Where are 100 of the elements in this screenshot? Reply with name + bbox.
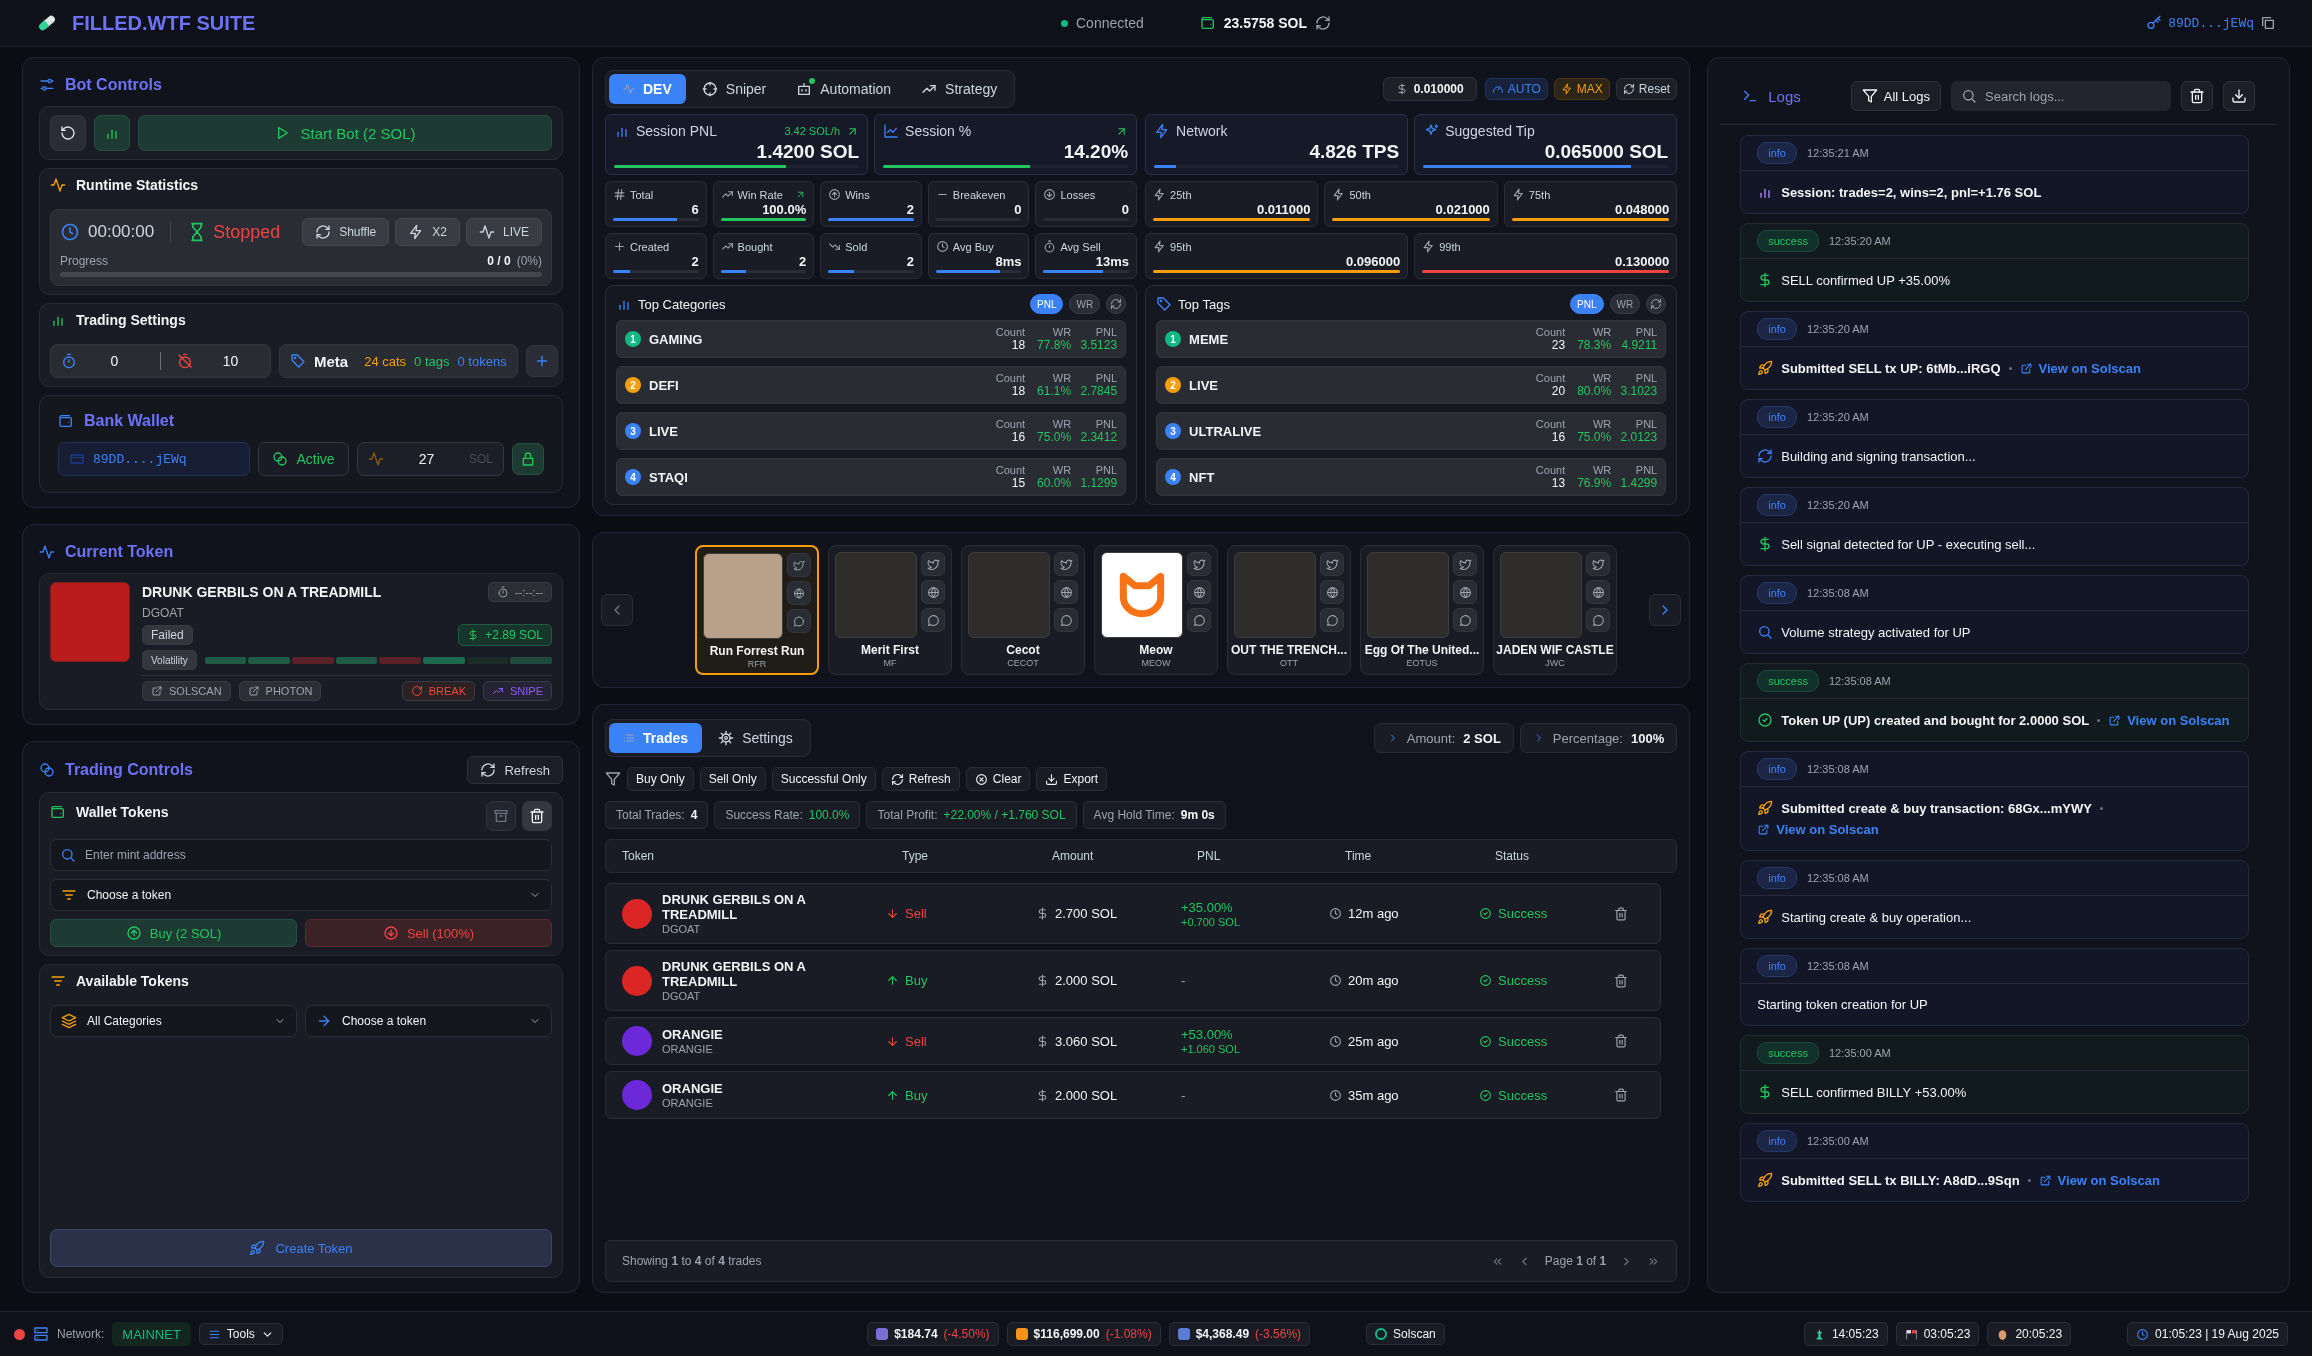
chat-button[interactable] (921, 608, 945, 632)
token-select[interactable]: Choose a token (50, 879, 552, 911)
ranking-row[interactable]: 1 MEME Count 23 WR 78.3% PNL 4.9211 (1156, 320, 1667, 358)
solscan-link[interactable]: View on Solscan (2019, 360, 2141, 376)
log-message: Submitted SELL tx UP: 6tMb...iRGQ (1781, 360, 2001, 376)
wallet-address-field[interactable]: 89DD....jEWq (58, 442, 250, 476)
refresh-button[interactable] (1106, 294, 1127, 314)
token-card[interactable]: Merit First MF (828, 545, 952, 675)
chat-button[interactable] (1187, 608, 1211, 632)
toggle-button[interactable]: WR (1069, 294, 1101, 314)
mode-button[interactable]: X2 (395, 218, 460, 246)
token-card[interactable]: OUT THE TRENCH... OTT (1227, 545, 1351, 675)
trades-tab[interactable]: Trades (609, 723, 703, 753)
filter-button[interactable]: Export (1036, 767, 1108, 791)
break-button[interactable]: BREAK (401, 681, 475, 701)
solscan-button[interactable]: Solscan (1366, 1323, 1445, 1345)
mode-tab[interactable]: Automation (782, 74, 906, 104)
max-button[interactable]: MAX (1553, 78, 1610, 100)
token-card[interactable]: Cecot CECOT (961, 545, 1085, 675)
twitter-button[interactable] (787, 553, 811, 577)
active-button[interactable]: Active (258, 442, 349, 476)
add-button[interactable] (525, 345, 558, 377)
log-filter-button[interactable]: All Logs (1850, 81, 1941, 111)
tools-button[interactable]: Tools (198, 1323, 283, 1345)
solscan-link[interactable]: View on Solscan (1757, 822, 1879, 837)
twitter-button[interactable] (1453, 552, 1477, 576)
range-field[interactable]: 0 10 (50, 344, 271, 378)
sell-button[interactable]: Sell (100%) (305, 919, 552, 947)
toggle-button[interactable]: PNL (1030, 294, 1064, 314)
trades-tab[interactable]: Settings (704, 723, 807, 753)
external-link-button[interactable]: PHOTON (238, 681, 322, 701)
token-select[interactable]: Choose a token (305, 1005, 552, 1037)
mode-button[interactable]: Shuffle (302, 218, 390, 246)
percentage-button[interactable]: Percentage: 100% (1519, 723, 1678, 753)
filter-button[interactable]: Refresh (881, 767, 960, 791)
chat-button[interactable] (787, 609, 811, 633)
column-label: Count (995, 464, 1026, 476)
tip-field[interactable]: 0.010000 (1382, 77, 1477, 101)
chat-button[interactable] (1453, 608, 1477, 632)
auto-button[interactable]: AUTO (1484, 78, 1548, 100)
filter-button[interactable]: Successful Only (771, 767, 876, 791)
filter-button[interactable]: Clear (965, 767, 1031, 791)
archive-button[interactable] (486, 801, 516, 831)
filter-button[interactable]: Sell Only (699, 767, 766, 791)
website-button[interactable] (1187, 580, 1211, 604)
token-card[interactable]: Meow MEOW (1094, 545, 1218, 675)
download-logs-button[interactable] (2223, 81, 2255, 111)
buy-button[interactable]: Buy (2 SOL) (50, 919, 297, 947)
token-card[interactable]: Egg Of The United... EOTUS (1360, 545, 1484, 675)
delete-button[interactable] (522, 801, 552, 831)
twitter-button[interactable] (1187, 552, 1211, 576)
refresh-button[interactable]: Refresh (467, 756, 563, 784)
ranking-row[interactable]: 2 DEFI Count 18 WR 61.1% PNL 2.7845 (616, 366, 1127, 404)
website-button[interactable] (1453, 580, 1477, 604)
mode-button[interactable]: LIVE (466, 218, 542, 246)
token-card[interactable]: Run Forrest Run RFR (695, 545, 819, 675)
ranking-row[interactable]: 3 ULTRALIVE Count 16 WR 75.0% PNL 2.0123 (1156, 412, 1667, 450)
mint-address-field[interactable]: Enter mint address (50, 839, 552, 871)
meta-button[interactable]: Meta 24 cats 0 tags 0 tokens (279, 344, 518, 378)
website-button[interactable] (787, 581, 811, 605)
chat-button[interactable] (1586, 608, 1610, 632)
ranking-row[interactable]: 4 STAQI Count 15 WR 60.0% PNL 1.1299 (616, 458, 1127, 496)
category-select[interactable]: All Categories (50, 1005, 297, 1037)
log-search-field[interactable]: Search logs... (1951, 81, 2171, 111)
filter-button[interactable]: Buy Only (627, 767, 694, 791)
copy-button[interactable] (2260, 15, 2276, 31)
start-bot-button[interactable]: Start Bot (2 SOL) (138, 115, 552, 151)
twitter-button[interactable] (1586, 552, 1610, 576)
reset-button[interactable]: Reset (1615, 78, 1678, 100)
website-button[interactable] (1054, 580, 1078, 604)
clear-logs-button[interactable] (2181, 81, 2213, 111)
solscan-link[interactable]: View on Solscan (2108, 712, 2230, 728)
mode-tab[interactable]: Sniper (687, 74, 781, 104)
toggle-button[interactable]: WR (1609, 294, 1641, 314)
twitter-button[interactable] (921, 552, 945, 576)
ranking-row[interactable]: 2 LIVE Count 20 WR 80.0% PNL 3.1023 (1156, 366, 1667, 404)
refresh-button[interactable] (1315, 15, 1331, 31)
stats-button[interactable] (94, 115, 130, 151)
twitter-button[interactable] (1054, 552, 1078, 576)
website-button[interactable] (1586, 580, 1610, 604)
twitter-button[interactable] (1320, 552, 1344, 576)
solscan-link[interactable]: View on Solscan (2038, 1172, 2160, 1188)
reset-button[interactable] (50, 115, 86, 151)
refresh-button[interactable] (1646, 294, 1667, 314)
external-link-button[interactable]: SOLSCAN (142, 681, 231, 701)
ranking-row[interactable]: 4 NFT Count 13 WR 76.9% PNL 1.4299 (1156, 458, 1667, 496)
website-button[interactable] (1320, 580, 1344, 604)
mode-tab[interactable]: Strategy (907, 74, 1012, 104)
chat-button[interactable] (1054, 608, 1078, 632)
ranking-row[interactable]: 3 LIVE Count 16 WR 75.0% PNL 2.3412 (616, 412, 1127, 450)
mode-tab[interactable]: DEV (609, 74, 686, 104)
chat-button[interactable] (1320, 608, 1344, 632)
toggle-button[interactable]: PNL (1570, 294, 1604, 314)
create-token-button[interactable]: Create Token (50, 1229, 552, 1267)
ranking-row[interactable]: 1 GAMING Count 18 WR 77.8% PNL 3.5123 (616, 320, 1127, 358)
token-card[interactable]: JADEN WIF CASTLE JWC (1493, 545, 1617, 675)
lock-button[interactable] (512, 443, 544, 475)
snipe-button[interactable]: SNIPE (483, 681, 552, 701)
amount-button[interactable]: Amount: 2 SOL (1373, 723, 1514, 753)
website-button[interactable] (921, 580, 945, 604)
